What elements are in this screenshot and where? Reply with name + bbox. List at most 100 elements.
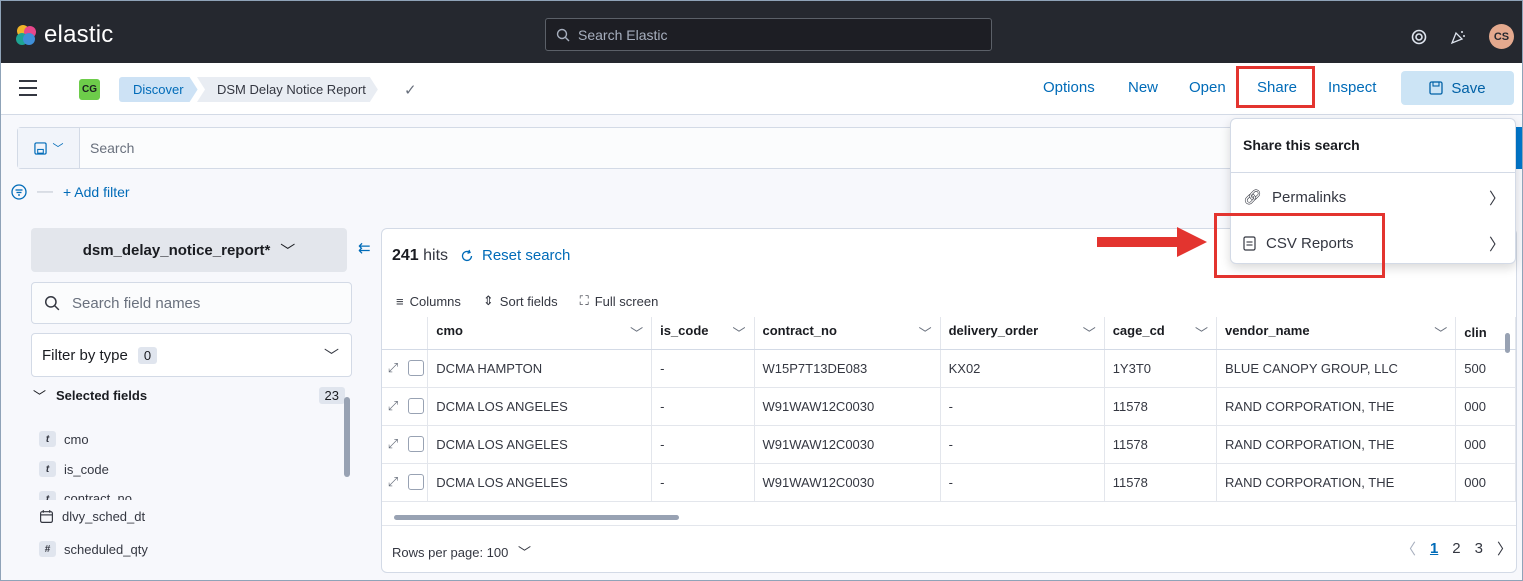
horizontal-scrollbar[interactable] (394, 515, 679, 520)
help-icon[interactable] (1411, 29, 1427, 45)
column-header[interactable]: contract_no ﹀ (754, 317, 941, 350)
column-label: is_code (660, 323, 709, 339)
breadcrumb-discover[interactable]: Discover (119, 77, 198, 102)
chevron-down-icon: ﹀ (517, 545, 531, 560)
chevron-down-icon[interactable]: ﹀ (1083, 323, 1096, 342)
expand-row-icon[interactable]: ⤢ (382, 463, 404, 502)
table-cell[interactable]: 11578 (1104, 463, 1218, 502)
user-avatar[interactable]: CS (1489, 24, 1514, 49)
list-icon: ≡ (396, 293, 404, 309)
table-cell[interactable]: DCMA LOS ANGELES (427, 463, 653, 502)
chevron-down-icon[interactable]: ﹀ (1195, 323, 1208, 342)
chevron-down-icon[interactable]: ﹀ (630, 323, 643, 342)
query-submit-edge[interactable] (1516, 127, 1522, 169)
table-cell[interactable]: 500 (1455, 349, 1516, 388)
row-checkbox[interactable] (403, 463, 429, 502)
table-cell[interactable]: 11578 (1104, 425, 1218, 464)
table-cell[interactable]: W15P7T13DE083 (754, 349, 941, 388)
table-cell[interactable]: 000 (1455, 387, 1516, 426)
new-link[interactable]: New (1128, 79, 1158, 96)
permalinks-menu-item[interactable]: 🔗︎ Permalinks 〉 (1243, 185, 1505, 209)
field-item[interactable]: t is_code (39, 461, 109, 477)
table-cell[interactable]: DCMA LOS ANGELES (427, 425, 653, 464)
save-button[interactable]: Save (1401, 71, 1514, 105)
elastic-logo[interactable]: elastic (15, 21, 113, 49)
row-checkbox[interactable] (403, 349, 429, 388)
chevron-right-icon: 〉 (1488, 237, 1505, 254)
table-cell[interactable]: DCMA LOS ANGELES (427, 387, 653, 426)
sidebar-scrollbar[interactable] (344, 397, 350, 477)
table-cell[interactable]: 1Y3T0 (1104, 349, 1218, 388)
table-cell[interactable]: RAND CORPORATION, THE (1216, 425, 1457, 464)
hamburger-menu-icon[interactable] (19, 80, 37, 96)
table-cell[interactable]: 000 (1455, 463, 1516, 502)
column-header[interactable]: cmo ﹀ (427, 317, 653, 350)
table-cell[interactable]: 000 (1455, 425, 1516, 464)
table-cell[interactable]: RAND CORPORATION, THE (1216, 463, 1457, 502)
chevron-down-icon[interactable]: ﹀ (919, 323, 932, 342)
filter-by-type-button[interactable]: Filter by type 0 ﹀ (31, 333, 352, 377)
table-cell[interactable]: 11578 (1104, 387, 1218, 426)
table-cell[interactable]: - (940, 425, 1105, 464)
column-header[interactable]: delivery_order ﹀ (940, 317, 1105, 350)
vertical-scrollbar[interactable] (1505, 333, 1510, 353)
table-cell[interactable]: RAND CORPORATION, THE (1216, 387, 1457, 426)
inspect-link[interactable]: Inspect (1328, 79, 1376, 96)
table-cell[interactable]: W91WAW12C0030 (754, 425, 941, 464)
index-pattern-selector[interactable]: dsm_delay_notice_report* ﹀ (31, 228, 347, 272)
table-cell[interactable]: BLUE CANOPY GROUP, LLC (1216, 349, 1457, 388)
page-link[interactable]: 2 (1452, 540, 1460, 557)
table-cell[interactable]: W91WAW12C0030 (754, 463, 941, 502)
reset-search-button[interactable]: Reset search (460, 247, 570, 264)
filter-options-icon[interactable] (11, 184, 27, 200)
open-link[interactable]: Open (1189, 79, 1226, 96)
options-link[interactable]: Options (1043, 79, 1095, 96)
breadcrumb-current: DSM Delay Notice Report (197, 77, 378, 102)
table-cell[interactable]: - (651, 349, 755, 388)
row-checkbox[interactable] (403, 425, 429, 464)
table-cell[interactable]: - (651, 425, 755, 464)
sort-fields-button[interactable]: ⇕ Sort fields (483, 293, 558, 309)
table-row: ⤢ DCMA LOS ANGELES - W91WAW12C0030 - 115… (382, 387, 1516, 426)
hits-count: 241 hits (392, 247, 448, 265)
field-item[interactable]: t contract_no (39, 491, 132, 500)
add-filter-button[interactable]: + Add filter (63, 184, 130, 200)
columns-button[interactable]: ≡ Columns (396, 294, 461, 309)
chevron-down-icon[interactable]: ﹀ (732, 323, 745, 342)
table-row: ⤢ DCMA LOS ANGELES - W91WAW12C0030 - 115… (382, 425, 1516, 464)
column-header[interactable]: vendor_name ﹀ (1216, 317, 1457, 350)
collapse-sidebar-icon[interactable]: ⇇ (358, 239, 371, 257)
field-item[interactable]: # scheduled_qty (39, 541, 148, 557)
table-cell[interactable]: - (940, 463, 1105, 502)
selected-fields-header[interactable]: ﹀ Selected fields 23 (33, 384, 351, 406)
page-link[interactable]: 3 (1475, 540, 1483, 557)
global-search-input[interactable]: Search Elastic (545, 18, 992, 51)
page-link[interactable]: 1 (1430, 540, 1438, 557)
next-page-icon[interactable]: 〉 (1497, 538, 1512, 559)
table-cell[interactable]: - (651, 387, 755, 426)
field-name: dlvy_sched_dt (62, 509, 146, 524)
field-item[interactable]: t cmo (39, 431, 89, 447)
column-header[interactable]: is_code ﹀ (651, 317, 755, 350)
table-cell[interactable]: - (651, 463, 755, 502)
row-checkbox[interactable] (403, 387, 429, 426)
full-screen-button[interactable]: ⛶ Full screen (580, 293, 659, 309)
field-search-input[interactable]: Search field names (31, 282, 352, 324)
column-header[interactable]: cage_cd ﹀ (1104, 317, 1218, 350)
space-avatar[interactable]: CG (79, 79, 100, 100)
field-item[interactable]: dlvy_sched_dt (39, 509, 145, 524)
saved-query-button[interactable]: ﹀ (18, 128, 80, 168)
table-cell[interactable]: KX02 (940, 349, 1105, 388)
rows-per-page-button[interactable]: Rows per page: 100 ﹀ (392, 542, 531, 561)
newsfeed-icon[interactable] (1449, 28, 1467, 46)
table-cell[interactable]: DCMA HAMPTON (427, 349, 653, 388)
table-cell[interactable]: - (940, 387, 1105, 426)
chevron-down-icon[interactable]: ﹀ (1434, 323, 1447, 342)
expand-row-icon[interactable]: ⤢ (382, 387, 404, 426)
previous-page-icon[interactable]: 〈 (1401, 538, 1416, 559)
save-label: Save (1451, 79, 1486, 97)
table-cell[interactable]: W91WAW12C0030 (754, 387, 941, 426)
expand-row-icon[interactable]: ⤢ (382, 425, 404, 464)
expand-row-icon[interactable]: ⤢ (382, 349, 404, 388)
query-search-input[interactable]: Search (90, 140, 134, 156)
